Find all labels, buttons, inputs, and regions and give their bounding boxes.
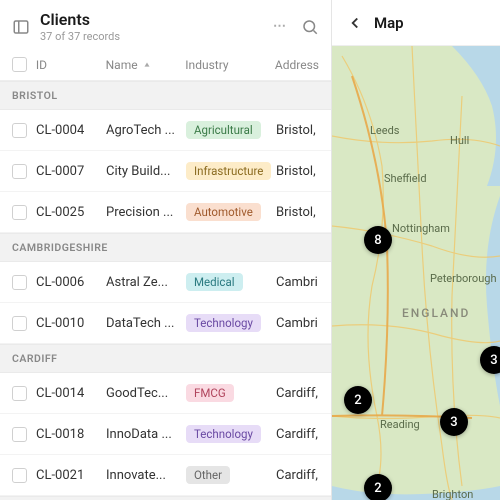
row-checkbox[interactable] (12, 164, 27, 179)
cell-address: Cambri (276, 275, 319, 290)
group-header[interactable]: Hampshire (0, 496, 331, 500)
cell-address: Cardiff, (276, 468, 319, 483)
cell-address: Bristol, (276, 205, 319, 220)
cell-name: AgroTech ... (106, 123, 186, 138)
column-id[interactable]: ID (36, 58, 106, 72)
cell-industry: Other (186, 466, 276, 484)
column-name[interactable]: Name (106, 58, 186, 72)
table-body: BristolCL-0004AgroTech ...AgriculturalBr… (0, 81, 331, 500)
row-checkbox[interactable] (12, 205, 27, 220)
cell-address: Cardiff, (276, 427, 319, 442)
table-row[interactable]: CL-0014GoodTec...FMCGCardiff, (0, 373, 331, 414)
map-title: Map (374, 14, 404, 32)
cell-id: CL-0014 (36, 386, 106, 401)
table-header: Clients 37 of 37 records ⋯ (0, 0, 331, 51)
cell-name: GoodTec... (106, 386, 186, 401)
cell-name: City Build... (106, 164, 186, 179)
cell-industry: Automotive (186, 203, 276, 221)
table-row[interactable]: CL-0004AgroTech ...AgriculturalBristol, (0, 110, 331, 151)
map-cluster[interactable]: 2 (344, 386, 372, 414)
cell-id: CL-0010 (36, 316, 106, 331)
sort-asc-icon (142, 60, 152, 70)
cell-name: Precision ... (106, 205, 186, 220)
table-row[interactable]: CL-0025Precision ...AutomotiveBristol, (0, 192, 331, 233)
cell-address: Bristol, (276, 164, 319, 179)
cell-id: CL-0021 (36, 468, 106, 483)
row-checkbox[interactable] (12, 427, 27, 442)
cell-id: CL-0025 (36, 205, 106, 220)
map-cluster[interactable]: 3 (440, 408, 468, 436)
cell-address: Bristol, (276, 123, 319, 138)
cell-industry: Medical (186, 273, 276, 291)
cell-id: CL-0018 (36, 427, 106, 442)
cell-industry: Technology (186, 314, 276, 332)
map-canvas[interactable]: ENGLAND LeedsHullSheffieldNottinghamPete… (332, 46, 500, 500)
search-icon[interactable] (301, 18, 319, 36)
view-icon[interactable] (12, 18, 30, 36)
cell-address: Cardiff, (276, 386, 319, 401)
column-address[interactable]: Address (275, 58, 319, 72)
select-all-checkbox[interactable] (12, 57, 27, 72)
cell-id: CL-0004 (36, 123, 106, 138)
map-cluster[interactable]: 8 (364, 226, 392, 254)
table-row[interactable]: CL-0018InnoData ...TechnologyCardiff, (0, 414, 331, 455)
column-header-row: ID Name Industry Address (0, 51, 331, 81)
row-checkbox[interactable] (12, 123, 27, 138)
table-row[interactable]: CL-0007City Build...InfrastructureBristo… (0, 151, 331, 192)
cell-industry: FMCG (186, 384, 276, 402)
cell-name: Innovate... (106, 468, 186, 483)
row-checkbox[interactable] (12, 275, 27, 290)
cell-industry: Technology (186, 425, 276, 443)
row-checkbox[interactable] (12, 316, 27, 331)
cell-id: CL-0007 (36, 164, 106, 179)
cell-name: Astral Ze... (106, 275, 186, 290)
chevron-left-icon (346, 14, 364, 32)
column-industry[interactable]: Industry (185, 58, 275, 72)
cell-address: Cambri (276, 316, 319, 331)
cell-name: DataTech ... (106, 316, 186, 331)
table-row[interactable]: CL-0010DataTech ...TechnologyCambri (0, 303, 331, 344)
cell-industry: Infrastructure (186, 162, 276, 180)
group-header[interactable]: Cambridgeshire (0, 233, 331, 262)
table-row[interactable]: CL-0006Astral Ze...MedicalCambri (0, 262, 331, 303)
group-header[interactable]: Bristol (0, 81, 331, 110)
table-row[interactable]: CL-0021Innovate...OtherCardiff, (0, 455, 331, 496)
map-cluster[interactable]: 2 (364, 474, 392, 500)
cell-id: CL-0006 (36, 275, 106, 290)
map-header: Map (332, 0, 500, 46)
page-title: Clients (40, 10, 263, 29)
row-checkbox[interactable] (12, 468, 27, 483)
cell-name: InnoData ... (106, 427, 186, 442)
table-pane: Clients 37 of 37 records ⋯ ID Name Indus… (0, 0, 332, 500)
back-button[interactable] (346, 14, 364, 32)
map-pane: Map ENGLAND LeedsHullSheffieldNottingham… (332, 0, 500, 500)
row-checkbox[interactable] (12, 386, 27, 401)
more-icon[interactable]: ⋯ (273, 19, 287, 34)
group-header[interactable]: Cardiff (0, 344, 331, 373)
map-cluster[interactable]: 3 (480, 346, 500, 374)
cell-industry: Agricultural (186, 121, 276, 139)
record-count: 37 of 37 records (40, 30, 263, 43)
